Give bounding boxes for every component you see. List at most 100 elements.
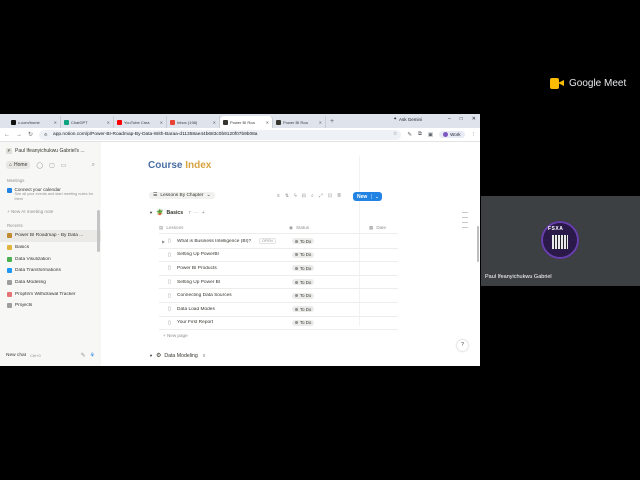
- group-data-modeling[interactable]: ▼ ⚙ Data Modeling 8: [149, 352, 205, 360]
- ask-gemini-button[interactable]: ✦ Ask Gemini: [393, 116, 422, 122]
- extensions-puzzle-icon[interactable]: ⧉: [418, 131, 422, 138]
- lightning-icon[interactable]: ϟ: [294, 193, 297, 199]
- profile-avatar-icon: [443, 132, 449, 137]
- compose-icon[interactable]: ✎: [81, 352, 86, 359]
- table-row[interactable]: ▯ Setting Up Power BI To Do: [159, 276, 398, 290]
- sidebar-recent-item[interactable]: Power BI Roadmap - By Data ...: [0, 230, 101, 242]
- recent-item-label: Data Visulization: [15, 256, 51, 262]
- inbox-icon[interactable]: ▭: [61, 162, 67, 169]
- tab-close-icon[interactable]: ✕: [213, 120, 216, 125]
- forward-icon[interactable]: →: [16, 132, 22, 138]
- sidebar-recent-item[interactable]: Data Transformations: [0, 265, 101, 277]
- page-scrollbar[interactable]: [477, 226, 479, 262]
- browser-tab[interactable]: Power BI Roa ✕: [273, 116, 326, 128]
- status-badge[interactable]: To Do: [292, 292, 315, 299]
- connect-calendar-item[interactable]: Connect your calendar See all your event…: [0, 187, 101, 202]
- browser-tab[interactable]: Power BI Roa ✕: [220, 116, 273, 128]
- collapse-triangle-icon[interactable]: ▼: [149, 210, 153, 215]
- lesson-name[interactable]: Setting Up Power BI: [177, 280, 289, 285]
- table-row[interactable]: ▯ Your First Report To Do: [159, 317, 398, 331]
- lesson-name[interactable]: Setting Up PowerBI: [177, 252, 289, 257]
- ai-assistant-icon[interactable]: ⚘: [90, 352, 95, 359]
- settings-icon[interactable]: ≣: [337, 193, 341, 199]
- browser-tab[interactable]: YouTube Crea ✕: [114, 116, 167, 128]
- column-status[interactable]: Status: [296, 225, 309, 230]
- search-db-icon[interactable]: ⌕: [311, 193, 314, 199]
- tab-close-icon[interactable]: ✕: [160, 120, 163, 125]
- url-field[interactable]: ⚙ app.notion.com/p/Power-BI-Roadmap-By-D…: [39, 129, 402, 140]
- status-badge[interactable]: To Do: [292, 319, 315, 326]
- tab-close-icon[interactable]: ✕: [107, 120, 110, 125]
- sort-icon[interactable]: ⇅: [285, 193, 289, 199]
- bookmark-star-icon[interactable]: ☆: [393, 131, 397, 137]
- status-badge[interactable]: To Do: [292, 306, 315, 313]
- table-row[interactable]: ▯ Data Load Modes To Do: [159, 303, 398, 317]
- maximize-icon[interactable]: □: [460, 116, 463, 122]
- filter-icon[interactable]: ≡: [277, 193, 280, 199]
- new-dropdown-icon[interactable]: ⌄: [371, 194, 381, 199]
- home-button[interactable]: ⌂ Home: [6, 161, 31, 169]
- sidebar-scrollbar[interactable]: [97, 210, 100, 252]
- tab-bar: x.com/home ✕ ChatGPT ✕ YouTube Crea ✕ Inbox (1…: [0, 114, 480, 128]
- status-badge[interactable]: To Do: [292, 251, 315, 258]
- browser-tab[interactable]: ChatGPT ✕: [61, 116, 114, 128]
- sidebar-recent-item[interactable]: Propfirm Withdrawal Tracker: [0, 288, 101, 300]
- table-row[interactable]: ▯ Setting Up PowerBI To Do: [159, 249, 398, 263]
- collapse-triangle-icon[interactable]: ▼: [149, 353, 153, 358]
- status-text: To Do: [300, 306, 312, 312]
- sidepanel-icon[interactable]: ▣: [428, 132, 433, 138]
- sidebar-recent-item[interactable]: Data Modeling: [0, 277, 101, 289]
- site-info-icon[interactable]: ⚙: [44, 132, 48, 137]
- extension-icon[interactable]: ✎: [407, 132, 412, 138]
- lesson-name[interactable]: Data Load Modes: [177, 307, 289, 312]
- reload-icon[interactable]: ↻: [28, 131, 33, 138]
- sidebar-recent-item[interactable]: Data Visulization: [0, 253, 101, 265]
- sidebar-recent-item[interactable]: Projects: [0, 300, 101, 312]
- browser-tab[interactable]: x.com/home ✕: [8, 116, 61, 128]
- lesson-name[interactable]: Connecting Data Sources: [177, 293, 289, 298]
- lesson-name[interactable]: Your First Report: [177, 320, 289, 325]
- page-outline-marks[interactable]: [462, 212, 468, 228]
- workspace-name: Paul Ifeanyichukwu Gabriel's ...: [15, 148, 85, 154]
- new-entry-button[interactable]: New ⌄: [353, 192, 382, 201]
- database-view-selector[interactable]: ☰ Lessons By Chapter ⌄: [149, 192, 215, 199]
- participant-tile[interactable]: FSXA Paul Ifeanyichukwu Gabriel: [481, 196, 640, 286]
- menu-kebab-icon[interactable]: ⋮: [471, 132, 477, 138]
- help-button[interactable]: ?: [457, 340, 468, 351]
- group-add-icon[interactable]: +: [202, 210, 205, 216]
- column-date[interactable]: Date: [376, 225, 386, 230]
- close-icon[interactable]: ✕: [472, 116, 476, 122]
- group-basics[interactable]: ▼ 🪴 Basics 7 ⋯ +: [149, 209, 205, 217]
- tab-close-icon[interactable]: ✕: [266, 120, 269, 125]
- tab-close-icon[interactable]: ✕: [54, 120, 57, 125]
- chat-icon[interactable]: ◯: [36, 162, 43, 169]
- expand-icon[interactable]: ⤢: [319, 193, 323, 199]
- sidebar-recent-item[interactable]: Basics: [0, 242, 101, 254]
- minimize-icon[interactable]: –: [448, 116, 451, 122]
- status-badge[interactable]: To Do: [292, 279, 315, 286]
- new-tab-button[interactable]: +: [326, 118, 338, 125]
- search-icon[interactable]: ⌕: [92, 162, 95, 169]
- lock-icon[interactable]: ⊡: [328, 193, 332, 199]
- new-chat-bar[interactable]: New chat Ctrl+0 ✎ ⚘: [0, 345, 101, 366]
- new-page-button[interactable]: + New page: [163, 333, 188, 338]
- profile-button[interactable]: Work: [439, 131, 465, 138]
- group-icon[interactable]: ⊟: [302, 193, 306, 199]
- table-row[interactable]: ▶ ▯ What is Business Intelligence (BI)? OPE…: [159, 235, 398, 249]
- calendar-icon[interactable]: ▢: [49, 162, 55, 169]
- new-meeting-note-button[interactable]: + New AI meeting note: [0, 209, 101, 214]
- table-row[interactable]: ▯ Connecting Data Sources To Do: [159, 289, 398, 303]
- row-expand-icon[interactable]: ▶: [159, 239, 168, 244]
- status-badge[interactable]: To Do: [292, 238, 315, 245]
- group-more-icon[interactable]: ⋯: [194, 210, 199, 216]
- browser-tab[interactable]: Inbox (198) ✕: [167, 116, 220, 128]
- workspace-switcher[interactable]: P Paul Ifeanyichukwu Gabriel's ...: [0, 148, 101, 154]
- back-icon[interactable]: ←: [4, 132, 10, 138]
- lesson-name[interactable]: Power BI Products: [177, 266, 289, 271]
- table-row[interactable]: ▯ Power BI Products To Do: [159, 262, 398, 276]
- column-lessons[interactable]: Lessons: [166, 225, 183, 230]
- tab-close-icon[interactable]: ✕: [319, 120, 322, 125]
- status-badge[interactable]: To Do: [292, 265, 315, 272]
- notion-sidebar: P Paul Ifeanyichukwu Gabriel's ... ⌂ Home…: [0, 142, 101, 366]
- open-page-button[interactable]: OPEN: [259, 238, 276, 245]
